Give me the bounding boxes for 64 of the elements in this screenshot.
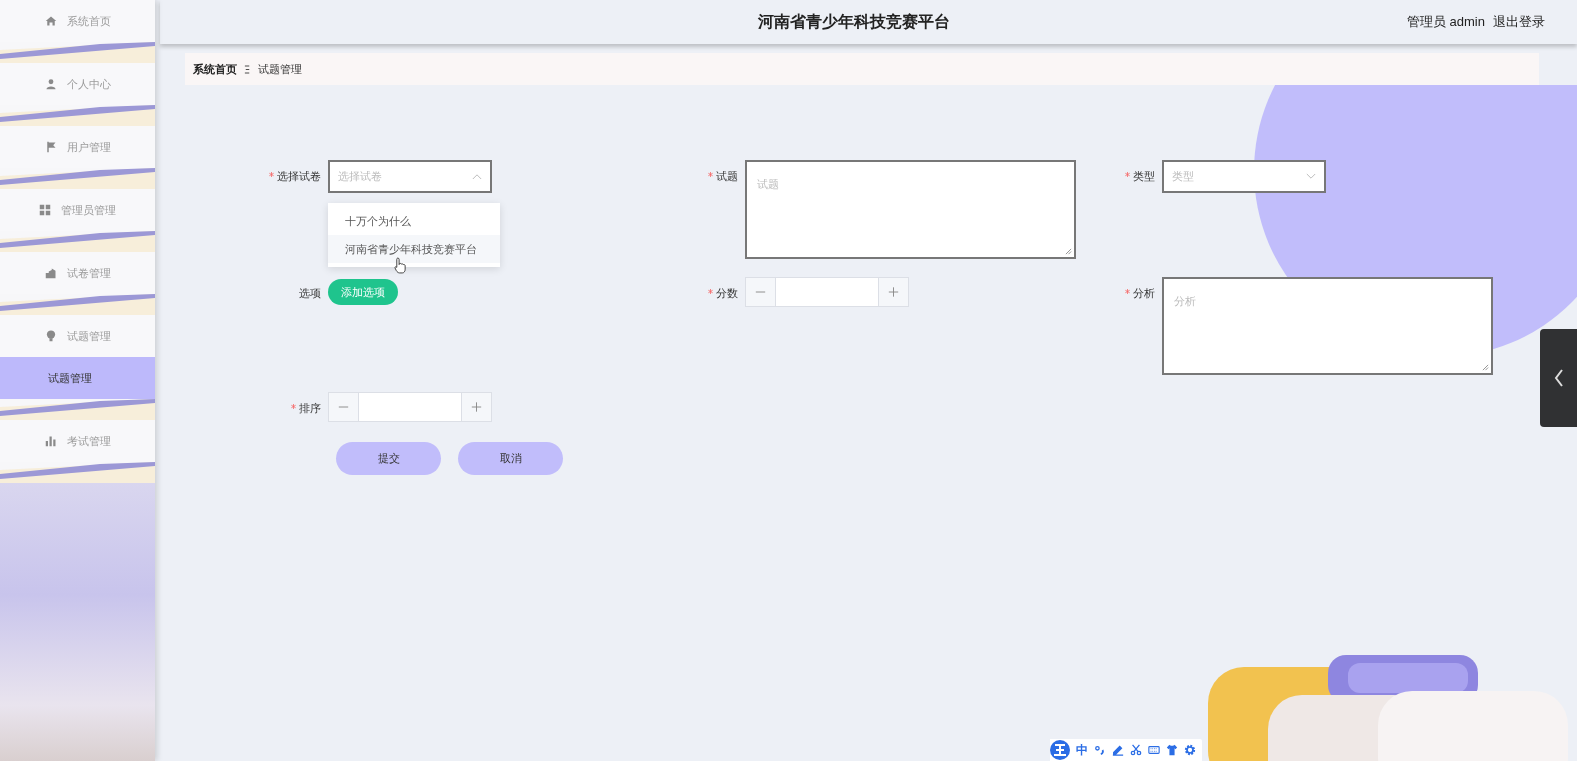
resize-grip-icon xyxy=(1482,364,1489,371)
number-stepper[interactable] xyxy=(745,277,909,307)
collapse-tab[interactable] xyxy=(1540,329,1577,427)
home-icon xyxy=(44,15,57,27)
breadcrumb-current: 试题管理 xyxy=(258,61,302,77)
required-icon xyxy=(708,171,713,177)
add-option-button[interactable]: 添加选项 xyxy=(328,279,398,305)
caret-icon xyxy=(1306,173,1316,180)
menu-item[interactable]: 试题管理 xyxy=(0,315,155,357)
field-label: 分析 xyxy=(1133,285,1155,301)
bulb-icon xyxy=(44,330,57,342)
submit-button[interactable]: 提交 xyxy=(336,442,441,475)
minus-icon[interactable] xyxy=(746,278,775,306)
separator-icon xyxy=(244,64,251,74)
caret-icon xyxy=(472,173,482,180)
dropdown-option[interactable]: 河南省青少年科技竞赛平台 xyxy=(328,235,500,263)
select-field[interactable]: 选择试卷 xyxy=(328,160,492,193)
field-label: 排序 xyxy=(299,400,321,416)
scissors-icon[interactable] xyxy=(1130,744,1142,756)
pen-icon[interactable] xyxy=(1112,744,1124,756)
field-label: 选择试卷 xyxy=(277,168,321,184)
keyboard-icon[interactable] xyxy=(1148,744,1160,756)
required-icon xyxy=(291,403,296,409)
settings-icon[interactable] xyxy=(1184,744,1196,756)
field-label: 试题 xyxy=(716,168,738,184)
shirt-icon[interactable] xyxy=(1166,744,1178,756)
app-title: 河南省青少年科技竞赛平台 xyxy=(757,11,950,32)
plus-icon[interactable] xyxy=(462,393,491,421)
dropdown-option[interactable]: 十万个为什么 xyxy=(328,207,500,235)
menu-item[interactable]: 系统首页 xyxy=(0,0,155,42)
required-icon xyxy=(1125,171,1130,177)
menu-item[interactable]: 用户管理 xyxy=(0,126,155,168)
chevron-left-icon xyxy=(1553,368,1564,388)
punctuation-icon[interactable] xyxy=(1094,744,1106,756)
ime-logo-icon[interactable] xyxy=(1050,740,1070,760)
submenu-item[interactable]: 试题管理 xyxy=(0,357,155,399)
menu-item[interactable]: 考试管理 xyxy=(0,420,155,462)
breadcrumb-link[interactable]: 系统首页 xyxy=(193,61,237,77)
required-icon xyxy=(269,171,274,177)
select-field[interactable]: 类型 xyxy=(1162,160,1326,193)
cancel-button[interactable]: 取消 xyxy=(458,442,563,475)
logout-link[interactable]: 退出登录 xyxy=(1493,13,1545,31)
menu-item[interactable]: 个人中心 xyxy=(0,63,155,105)
text-area[interactable]: 分析 xyxy=(1162,277,1493,375)
minus-icon[interactable] xyxy=(329,393,358,421)
text-area[interactable]: 试题 xyxy=(745,160,1076,259)
field-label: 选项 xyxy=(299,285,321,301)
field-label: 类型 xyxy=(1133,168,1155,184)
bars-icon xyxy=(44,435,57,447)
user-label: 管理员 admin xyxy=(1406,13,1485,31)
number-input[interactable] xyxy=(775,278,879,306)
menu-item[interactable]: 管理员管理 xyxy=(0,189,155,231)
grid-icon xyxy=(39,204,51,216)
number-stepper[interactable] xyxy=(328,392,492,422)
flag-icon xyxy=(44,141,57,153)
resize-grip-icon xyxy=(1065,248,1072,255)
input-mode-toggle[interactable]: 中 xyxy=(1076,741,1088,759)
number-input[interactable] xyxy=(358,393,462,421)
field-label: 分数 xyxy=(716,285,738,301)
plus-icon[interactable] xyxy=(879,278,908,306)
user-icon xyxy=(44,78,57,90)
required-icon xyxy=(708,288,713,294)
required-icon xyxy=(1125,288,1130,294)
menu-item[interactable]: 试卷管理 xyxy=(0,252,155,294)
